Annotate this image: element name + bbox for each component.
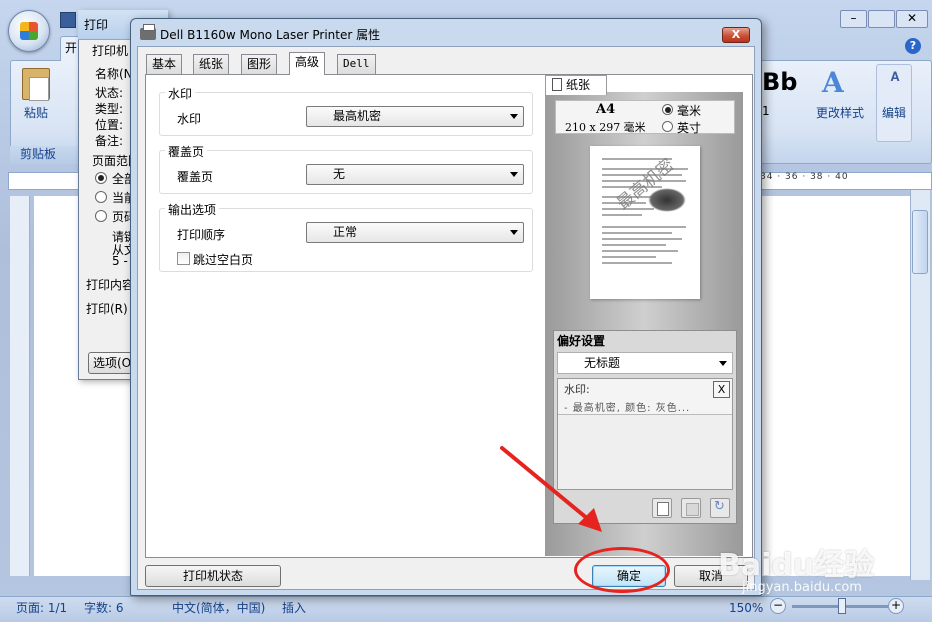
range-hint-3: 5 - [112,254,128,268]
preview-line [602,238,682,240]
baidu-watermark-url: jingyan.baidu.com [742,580,862,595]
help-icon[interactable]: ? [905,38,921,54]
new-preference-icon[interactable] [652,498,672,518]
dialog-close-button[interactable]: X [722,27,750,43]
chevron-down-icon [510,230,518,235]
paste-label[interactable]: 粘贴 [24,104,48,121]
preview-line [602,244,666,246]
print-label: 打印(R) [86,302,128,316]
output-group-title: 输出选项 [165,201,220,218]
tab-advanced[interactable]: 高级 [289,52,326,75]
ruler-numbers: 34 · 36 · 38 · 40 [760,172,849,182]
change-styles-icon[interactable]: A [822,66,856,100]
chevron-down-icon [719,361,727,366]
overlay-select[interactable]: 无 [306,164,524,185]
clipboard-group-label: 剪贴板 [10,146,80,164]
paper-dimensions: 210 x 297 毫米 [565,121,646,134]
status-words[interactable]: 字数: 6 [84,598,124,618]
watermark-value: 最高机密 [333,109,382,123]
preferences-item-desc: - 最高机密, 颜色: 灰色... [564,403,691,414]
preview-line [602,262,672,264]
tab-dell[interactable]: Dell [337,54,376,74]
printer-section-label: 打印机 [92,44,129,58]
editing-label[interactable]: 编辑 [880,104,908,121]
status-page[interactable]: 页面: 1/1 [16,598,67,618]
status-insert-mode[interactable]: 插入 [282,598,306,618]
office-logo-icon [20,22,38,40]
printer-comment-label: 备注: [95,134,124,148]
style-preview[interactable]: Bb [762,68,797,104]
printer-type-label: 类型: [95,102,124,116]
scrollbar-thumb[interactable] [912,210,928,274]
baidu-watermark: Baidu经验 [718,548,875,583]
preview-line [602,214,642,216]
annotation-arrow-icon [500,446,602,532]
tab-graphics[interactable]: 图形 [241,54,278,74]
printer-name-label: 名称(N [95,67,133,81]
close-window-button[interactable]: ✕ [896,10,928,28]
save-preference-icon[interactable] [681,498,701,518]
watermark-select[interactable]: 最高机密 [306,106,524,127]
overlay-label: 覆盖页 [177,170,214,184]
change-styles-label[interactable]: 更改样式 [814,104,866,120]
print-what-label: 打印内容 [86,278,135,292]
overlay-value: 无 [333,167,346,181]
watermark-label: 水印 [177,112,202,126]
preview-line [602,256,656,258]
dialog-title: Dell B1160w Mono Laser Printer 属性 [160,28,381,42]
vertical-ruler [10,196,30,576]
printer-status-label: 状态: [95,86,124,100]
chevron-down-icon [510,114,518,119]
annotation-circle [574,547,670,593]
printer-icon [140,24,156,40]
preview-line [602,226,686,228]
paper-size-name: A4 [596,102,616,117]
printer-where-label: 位置: [95,118,124,132]
unit-mm-label[interactable]: 毫米 [677,102,701,119]
minimize-button[interactable]: – [840,10,867,28]
preferences-selected: 无标题 [584,356,621,370]
office-button[interactable] [8,10,50,52]
skip-blank-checkbox[interactable] [177,252,190,265]
unit-inch-label[interactable]: 英寸 [677,119,701,136]
range-pages-radio[interactable] [95,210,107,222]
unit-inch-radio[interactable] [662,121,673,132]
style-index[interactable]: 1 [762,104,796,122]
preview-line [602,232,672,234]
tab-basic[interactable]: 基本 [146,54,183,74]
refresh-preference-icon[interactable] [710,498,730,518]
print-dialog-title: 打印 [84,18,109,32]
paste-icon[interactable] [22,68,50,101]
zoom-level[interactable]: 150% [729,598,763,618]
chevron-down-icon [510,172,518,177]
save-icon[interactable] [60,12,76,28]
status-language[interactable]: 中文(简体，中国) [172,598,265,618]
preferences-item-title: 水印: [564,383,590,396]
watermark-group-title: 水印 [165,85,196,102]
preview-line [602,250,678,252]
maximize-button[interactable] [868,10,895,28]
print-order-value: 正常 [333,225,358,239]
range-all-radio[interactable] [95,172,107,184]
print-order-label: 打印顺序 [177,228,226,242]
preferences-select[interactable]: 无标题 [557,352,733,374]
printer-status-button[interactable]: 打印机状态 [145,565,281,587]
zoom-out-icon[interactable]: − [770,598,786,614]
overlay-group-title: 覆盖页 [165,143,208,160]
status-bar [0,596,932,622]
zoom-slider-thumb[interactable] [838,598,846,614]
unit-mm-radio[interactable] [662,104,673,115]
delete-preference-button[interactable]: X [713,381,730,398]
preferences-title: 偏好设置 [557,334,606,348]
preview-image [648,188,686,212]
range-current-radio[interactable] [95,191,107,203]
skip-blank-label[interactable]: 跳过空白页 [193,251,253,268]
tab-paper[interactable]: 纸张 [193,54,230,74]
print-order-select[interactable]: 正常 [306,222,524,243]
print-options-button[interactable]: 选项(O [88,352,134,374]
paper-icon [552,78,562,91]
zoom-in-icon[interactable]: + [888,598,904,614]
find-icon: 𝐀 [890,70,900,85]
